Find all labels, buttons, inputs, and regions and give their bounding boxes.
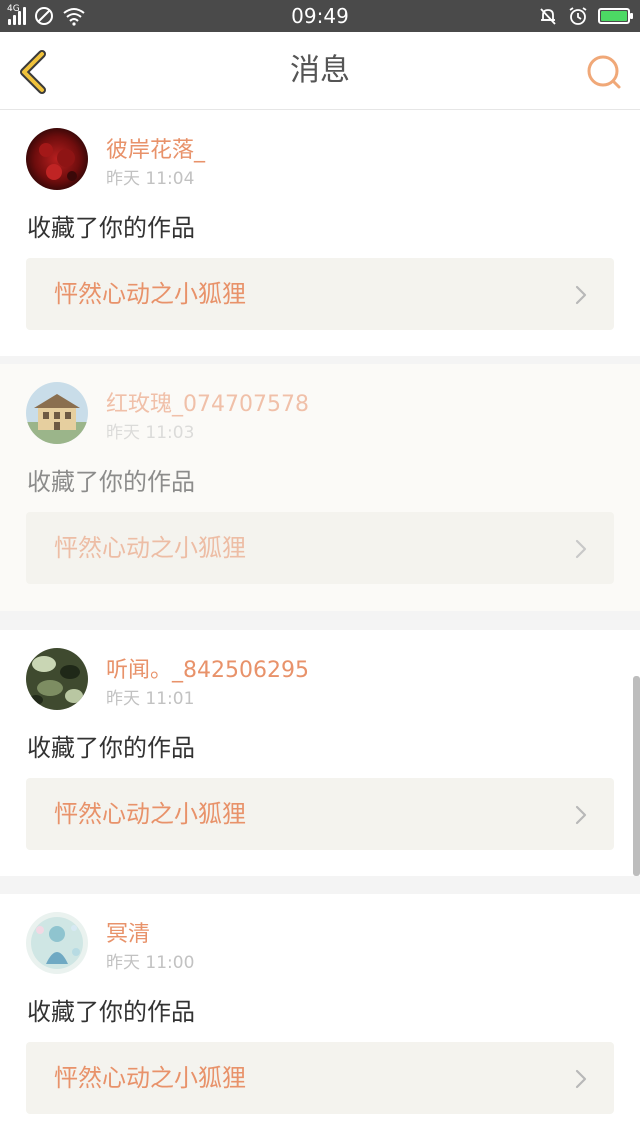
message-list[interactable]: 彼岸花落_ 昨天 11:04 收藏了你的作品 怦然心动之小狐狸 红玫瑰_0747… [0,110,640,1138]
user-name[interactable]: 彼岸花落_ [106,132,205,164]
scrollbar[interactable] [633,676,640,876]
time-stamp: 昨天 11:04 [106,169,195,189]
status-right-icons [538,4,633,28]
work-link[interactable]: 怦然心动之小狐狸 [26,1042,614,1114]
action-text: 收藏了你的作品 [27,998,195,1026]
work-title: 怦然心动之小狐狸 [54,280,246,308]
user-name[interactable]: 红玫瑰_074707578 [106,386,309,418]
chevron-right-icon [575,285,587,305]
work-link[interactable]: 怦然心动之小狐狸 [26,512,614,584]
notification-card: 红玫瑰_074707578 昨天 11:03 收藏了你的作品 怦然心动之小狐狸 [0,364,640,611]
battery-charging-icon [598,8,633,24]
chevron-right-icon [575,539,587,559]
action-text: 收藏了你的作品 [27,214,195,242]
avatar[interactable] [26,128,88,190]
user-name[interactable]: 冥清 [106,916,150,948]
avatar[interactable] [26,912,88,974]
chevron-right-icon [575,805,587,825]
search-button[interactable] [584,52,624,92]
work-title: 怦然心动之小狐狸 [54,1064,246,1092]
work-title: 怦然心动之小狐狸 [54,800,246,828]
alarm-icon [569,7,587,25]
search-icon [587,55,621,89]
mute-bell-icon [540,8,556,25]
time-stamp: 昨天 11:03 [106,423,195,443]
notification-card: 冥清 昨天 11:00 收藏了你的作品 怦然心动之小狐狸 [0,894,640,1138]
user-name[interactable]: 听闻。_842506295 [106,652,309,684]
work-link[interactable]: 怦然心动之小狐狸 [26,778,614,850]
time-stamp: 昨天 11:01 [106,689,195,709]
chevron-right-icon [575,1069,587,1089]
action-text: 收藏了你的作品 [27,468,195,496]
work-title: 怦然心动之小狐狸 [54,534,246,562]
avatar[interactable] [26,648,88,710]
avatar[interactable] [26,382,88,444]
nav-bar: 消息 [0,32,640,110]
notification-card: 听闻。_842506295 昨天 11:01 收藏了你的作品 怦然心动之小狐狸 [0,630,640,876]
time-stamp: 昨天 11:00 [106,953,195,973]
work-link[interactable]: 怦然心动之小狐狸 [26,258,614,330]
status-bar: 4G 09:49 [0,0,640,32]
notification-card: 彼岸花落_ 昨天 11:04 收藏了你的作品 怦然心动之小狐狸 [0,110,640,356]
action-text: 收藏了你的作品 [27,734,195,762]
page-title: 消息 [290,53,350,88]
